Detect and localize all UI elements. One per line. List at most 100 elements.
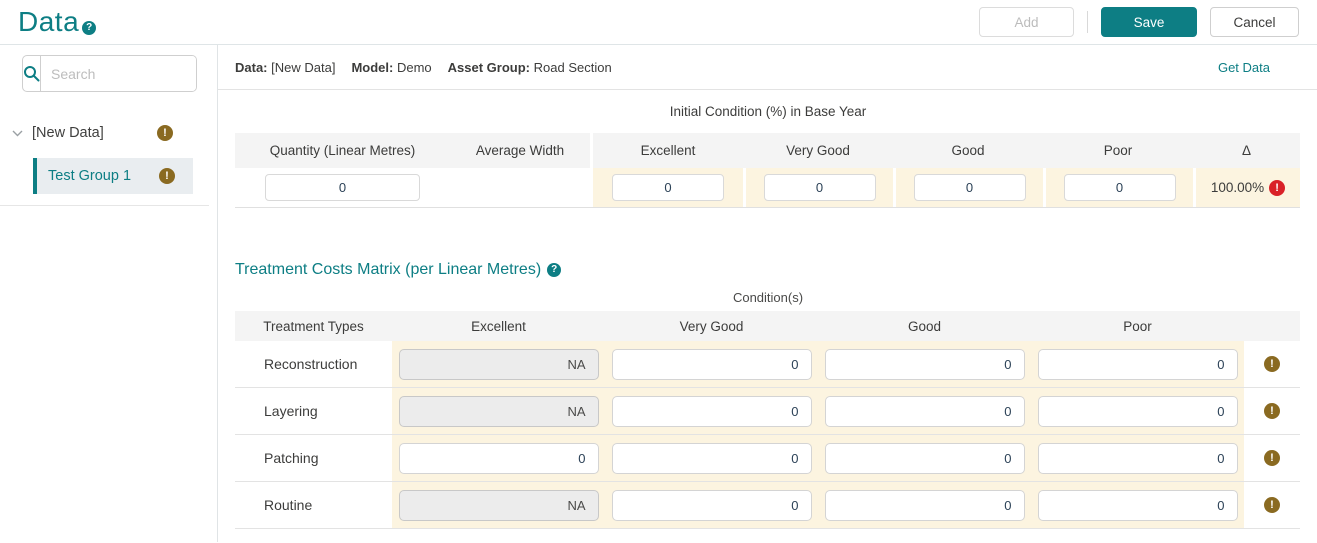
app-root: Data ? Add Save Cancel Search [New Data]…	[0, 0, 1317, 543]
help-icon[interactable]: ?	[547, 263, 562, 277]
info-model-value: Demo	[396, 59, 432, 75]
good-input[interactable]	[824, 442, 1025, 474]
very-good-input[interactable]	[611, 348, 812, 380]
warning-icon: !	[159, 168, 175, 184]
table-row: 100.00% !	[235, 168, 1300, 208]
poor-cell	[1043, 168, 1193, 207]
get-data-link[interactable]: Get Data	[1218, 60, 1270, 75]
info-asset-group-label: Asset Group:	[447, 59, 530, 75]
column-header-status	[1244, 311, 1300, 341]
table-row: Layering NA 0 0 0 !	[235, 388, 1300, 435]
very-good-input[interactable]	[611, 395, 812, 427]
table-row: Reconstruction NA 0 0 0 !	[235, 341, 1300, 388]
excellent-input	[398, 489, 599, 521]
column-header-poor: Poor	[1103, 143, 1133, 158]
info-model: Model: Demo	[351, 60, 431, 75]
chevron-down-icon[interactable]	[12, 130, 26, 137]
warning-icon: !	[157, 125, 173, 141]
column-header-good: Good	[951, 143, 985, 158]
good-cell	[818, 388, 1031, 434]
poor-input[interactable]	[1037, 442, 1238, 474]
sidebar: [New Data] ! Test Group 1 !	[0, 45, 218, 542]
delta-value: 100.00%	[1210, 180, 1265, 195]
column-header-treatment-types: Treatment Types	[263, 318, 364, 334]
good-input[interactable]	[913, 174, 1026, 201]
tree-divider	[0, 205, 209, 206]
poor-cell	[1031, 388, 1244, 434]
initial-condition-title: Initial Condition (%) in Base Year	[669, 104, 867, 119]
search-box	[22, 55, 197, 92]
column-header-very-good: Very Good	[786, 143, 850, 158]
good-input[interactable]	[824, 395, 1025, 427]
poor-input[interactable]	[1063, 174, 1176, 201]
delta-cell: 100.00% !	[1193, 168, 1300, 207]
quantity-cell	[235, 168, 450, 207]
conditions-subtitle: Condition(s)	[732, 290, 804, 305]
very-good-input[interactable]	[611, 489, 812, 521]
very-good-input[interactable]	[763, 174, 876, 201]
treatment-type-label: Patching	[264, 450, 319, 466]
very-good-cell	[605, 341, 818, 387]
treatment-costs-table: Treatment Types Excellent Very Good Good…	[235, 311, 1300, 529]
excellent-cell	[392, 482, 605, 528]
table-header-row: Quantity (Linear Metres) Average Width E…	[235, 133, 1300, 168]
save-button[interactable]: Save	[1101, 7, 1197, 37]
table-header-row: Treatment Types Excellent Very Good Good…	[235, 311, 1300, 341]
poor-input[interactable]	[1037, 489, 1238, 521]
poor-cell	[1031, 341, 1244, 387]
good-input[interactable]	[824, 489, 1025, 521]
info-asset-group: Asset Group: Road Section	[448, 60, 612, 75]
info-bar: Data: [New Data] Model: Demo Asset Group…	[218, 45, 1317, 90]
help-icon[interactable]: ?	[82, 21, 97, 35]
warning-icon: !	[1264, 403, 1280, 419]
excellent-input[interactable]	[612, 174, 724, 201]
column-header-delta: Δ	[1241, 143, 1252, 158]
info-data: Data: [New Data]	[235, 60, 335, 75]
tree-item-new-data[interactable]: [New Data] !	[0, 120, 217, 146]
context-info: Data: [New Data] Model: Demo Asset Group…	[235, 60, 612, 75]
info-data-label: Data:	[235, 59, 268, 75]
excellent-cell	[392, 341, 605, 387]
column-header-very-good: Very Good	[679, 318, 744, 334]
add-button[interactable]: Add	[979, 7, 1074, 37]
page-title: Data	[18, 6, 80, 37]
treatment-type-label: Layering	[264, 403, 318, 419]
good-input[interactable]	[824, 348, 1025, 380]
toolbar-divider	[1087, 11, 1088, 33]
treatment-type-label: Reconstruction	[264, 356, 358, 372]
poor-input[interactable]	[1037, 348, 1238, 380]
excellent-cell	[392, 388, 605, 434]
quantity-input[interactable]	[265, 174, 420, 201]
column-header-quantity: Quantity (Linear Metres)	[269, 143, 416, 158]
poor-input[interactable]	[1037, 395, 1238, 427]
table-row: Patching 0 0 0 0 !	[235, 435, 1300, 482]
very-good-cell	[605, 435, 818, 481]
very-good-input[interactable]	[611, 442, 812, 474]
toolbar: Add Save Cancel	[979, 7, 1299, 37]
excellent-input[interactable]	[398, 442, 599, 474]
tree-item-test-group-1[interactable]: Test Group 1 !	[33, 158, 193, 194]
top-bar: Data ? Add Save Cancel	[0, 0, 1317, 45]
row-status-cell: !	[1244, 388, 1300, 434]
excellent-cell	[392, 435, 605, 481]
poor-cell	[1031, 435, 1244, 481]
excellent-cell	[593, 168, 743, 207]
search-input[interactable]	[41, 56, 196, 91]
very-good-cell	[605, 482, 818, 528]
initial-condition-table: Quantity (Linear Metres) Average Width E…	[235, 133, 1300, 208]
column-header-poor: Poor	[1123, 318, 1152, 334]
very-good-cell	[605, 388, 818, 434]
treatment-type-label: Routine	[264, 497, 313, 513]
average-width-cell	[450, 168, 593, 207]
info-asset-group-value: Road Section	[533, 59, 612, 75]
good-cell	[818, 435, 1031, 481]
warning-icon: !	[1264, 497, 1280, 513]
data-tree: [New Data] ! Test Group 1 !	[0, 120, 217, 206]
cancel-button[interactable]: Cancel	[1210, 7, 1299, 37]
tree-item-label: Test Group 1	[48, 168, 132, 184]
good-cell	[818, 341, 1031, 387]
very-good-cell	[743, 168, 893, 207]
main-panel: Data: [New Data] Model: Demo Asset Group…	[218, 45, 1317, 542]
tree-item-label: [New Data]	[32, 125, 104, 141]
column-header-excellent: Excellent	[640, 143, 696, 158]
